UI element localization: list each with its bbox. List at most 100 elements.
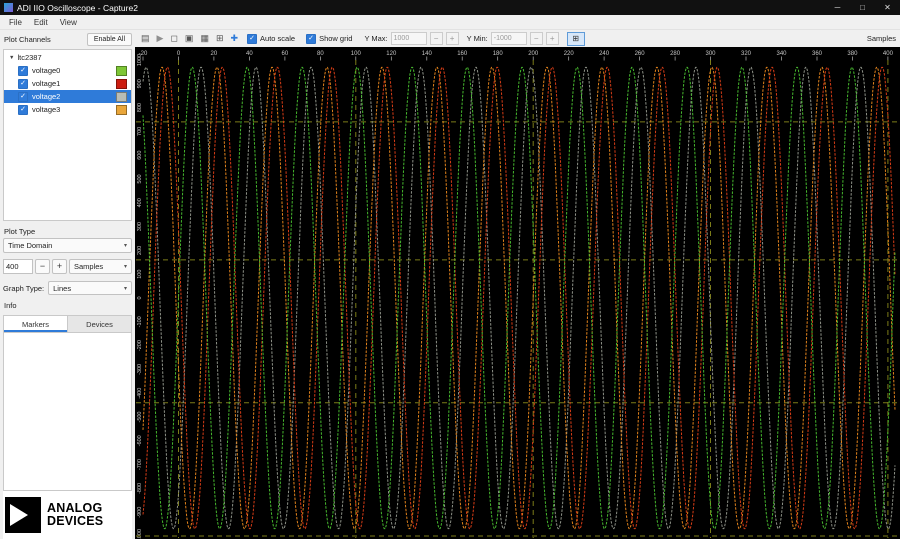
- channel-label: voltage0: [32, 66, 61, 75]
- y-tick-label: 500: [137, 174, 143, 183]
- show-grid-checkbox[interactable]: ✓ Show grid: [306, 33, 352, 44]
- channel-checkbox-voltage1[interactable]: ✓: [18, 78, 28, 89]
- y-tick-label: 300: [137, 222, 143, 231]
- channel-checkbox-voltage3[interactable]: ✓: [18, 104, 28, 115]
- channel-checkbox-voltage2[interactable]: ✓: [18, 91, 28, 102]
- minimize-button[interactable]: ─: [825, 0, 850, 15]
- capture-list-icon[interactable]: ▤: [139, 34, 152, 43]
- sample-count-decrement-button[interactable]: −: [35, 259, 50, 274]
- y-tick-label: 700: [137, 127, 143, 136]
- graph-type-value: Lines: [53, 283, 72, 293]
- y-max-decrement-button[interactable]: −: [429, 32, 443, 45]
- y-tick-label: -200: [137, 340, 143, 351]
- chevron-down-icon: ▾: [123, 285, 127, 292]
- y-tick-label: -400: [137, 388, 143, 399]
- x-tick-label: 340: [776, 51, 787, 57]
- channel-color-swatch[interactable]: [116, 78, 127, 89]
- markers-panel: [3, 333, 132, 491]
- tab-devices[interactable]: Devices: [68, 316, 131, 332]
- x-tick-label: 100: [351, 51, 362, 57]
- x-tick-label: 200: [528, 51, 539, 57]
- x-tick-label: 180: [493, 51, 504, 57]
- menu-view[interactable]: View: [54, 17, 83, 28]
- x-tick-label: 140: [422, 51, 433, 57]
- plot-toolbar: ▤ ▶ ◻ ▣ ▦ ⊞ ✚ ✓ Auto scale ✓ Show grid Y…: [135, 30, 900, 47]
- new-plot-button[interactable]: ⊞: [566, 31, 585, 46]
- y-min-input[interactable]: [490, 32, 527, 45]
- unit-select[interactable]: Samples ▾: [69, 259, 132, 274]
- channel-row-voltage0[interactable]: ✓ voltage0: [4, 64, 131, 77]
- plot-area[interactable]: -20 0 20 40 60 80 100 120 140 160 180 200 220 240 260 2…: [135, 47, 900, 539]
- y-min-label: Y Min:: [466, 34, 488, 43]
- window-title: ADI IIO Oscilloscope - Capture2: [17, 2, 138, 13]
- auto-scale-checkbox-box[interactable]: ✓: [247, 33, 258, 44]
- waveform-plot[interactable]: -20 0 20 40 60 80 100 120 140 160 180 200 220 240 260 2…: [135, 47, 900, 539]
- x-tick-label: 280: [670, 51, 681, 57]
- sample-count-increment-button[interactable]: +: [52, 259, 67, 274]
- menu-bar: File Edit View: [0, 15, 900, 30]
- y-tick-label: 200: [137, 246, 143, 255]
- channel-row-voltage1[interactable]: ✓ voltage1: [4, 77, 131, 90]
- tab-markers[interactable]: Markers: [4, 316, 68, 332]
- analog-devices-logo: ANALOG DEVICES: [3, 491, 132, 539]
- y-tick-label: -800: [137, 483, 143, 494]
- chevron-down-icon: ▾: [123, 264, 127, 270]
- x-tick-label: 60: [282, 51, 289, 57]
- auto-scale-checkbox[interactable]: ✓ Auto scale: [247, 33, 296, 44]
- x-tick-label: 240: [599, 51, 610, 57]
- x-tick-label: 20: [211, 51, 218, 57]
- device-label: ltc2387: [17, 53, 42, 62]
- channel-color-swatch[interactable]: [116, 65, 127, 76]
- x-tick-label: 300: [705, 51, 716, 57]
- x-tick-label: 400: [883, 51, 894, 57]
- x-tick-label: 380: [847, 51, 858, 57]
- channel-color-swatch[interactable]: [116, 91, 127, 102]
- grid-view-icon[interactable]: ▦: [198, 34, 211, 43]
- expander-icon[interactable]: ▼: [9, 55, 14, 61]
- snapshot-icon[interactable]: ◻: [168, 34, 179, 43]
- x-tick-label: 80: [317, 51, 324, 57]
- y-tick-label: 800: [137, 103, 143, 112]
- y-tick-label: -600: [137, 435, 143, 446]
- menu-edit[interactable]: Edit: [28, 17, 54, 28]
- y-min-decrement-button[interactable]: −: [529, 32, 543, 45]
- auto-scale-label: Auto scale: [260, 34, 296, 43]
- enable-all-button[interactable]: Enable All: [86, 33, 132, 46]
- plot-type-label: Plot Type: [4, 227, 36, 236]
- y-tick-label: -300: [137, 364, 143, 375]
- y-min-increment-button[interactable]: +: [545, 32, 559, 45]
- samples-axis-label: Samples: [866, 34, 896, 43]
- show-grid-checkbox-box[interactable]: ✓: [306, 33, 317, 44]
- y-tick-label: -500: [137, 411, 143, 422]
- play-icon[interactable]: ▶: [155, 34, 166, 43]
- y-tick-label: -100: [137, 316, 143, 327]
- zoom-fit-icon[interactable]: ⊞: [214, 34, 226, 43]
- y-max-label: Y Max:: [364, 34, 388, 43]
- menu-file[interactable]: File: [3, 17, 28, 28]
- waveform-trace-voltage0: [142, 66, 896, 530]
- channel-checkbox-voltage0[interactable]: ✓: [18, 65, 28, 76]
- channel-label: voltage3: [32, 105, 61, 114]
- maximize-button[interactable]: □: [850, 0, 875, 15]
- graph-type-select[interactable]: Lines ▾: [48, 281, 132, 295]
- y-max-increment-button[interactable]: +: [445, 32, 459, 45]
- y-max-input[interactable]: [390, 32, 427, 45]
- plot-type-select[interactable]: Time Domain ▾: [3, 238, 132, 253]
- adi-logo-text: ANALOG DEVICES: [47, 500, 104, 528]
- pan-icon[interactable]: ✚: [229, 34, 241, 43]
- close-button[interactable]: ✕: [875, 0, 900, 15]
- chevron-down-icon: ▾: [123, 243, 127, 249]
- window-icon[interactable]: ▣: [183, 34, 196, 43]
- channel-row-voltage3[interactable]: ✓ voltage3: [4, 103, 131, 116]
- channel-color-swatch[interactable]: [116, 104, 127, 115]
- y-tick-label: 400: [137, 198, 143, 207]
- sample-count-input[interactable]: [3, 259, 33, 274]
- x-tick-label: 40: [246, 51, 253, 57]
- channel-tree: ▼ ltc2387 ✓ voltage0 ✓ voltage1 ✓ voltage2 ✓ vo…: [3, 49, 132, 221]
- new-plot-icon: ⊞: [572, 33, 580, 43]
- device-row[interactable]: ▼ ltc2387: [4, 50, 131, 64]
- channel-row-voltage2[interactable]: ✓ voltage2: [4, 90, 131, 103]
- info-label: Info: [4, 301, 17, 310]
- app-icon: [4, 3, 13, 12]
- graph-type-label: Graph Type:: [3, 283, 45, 293]
